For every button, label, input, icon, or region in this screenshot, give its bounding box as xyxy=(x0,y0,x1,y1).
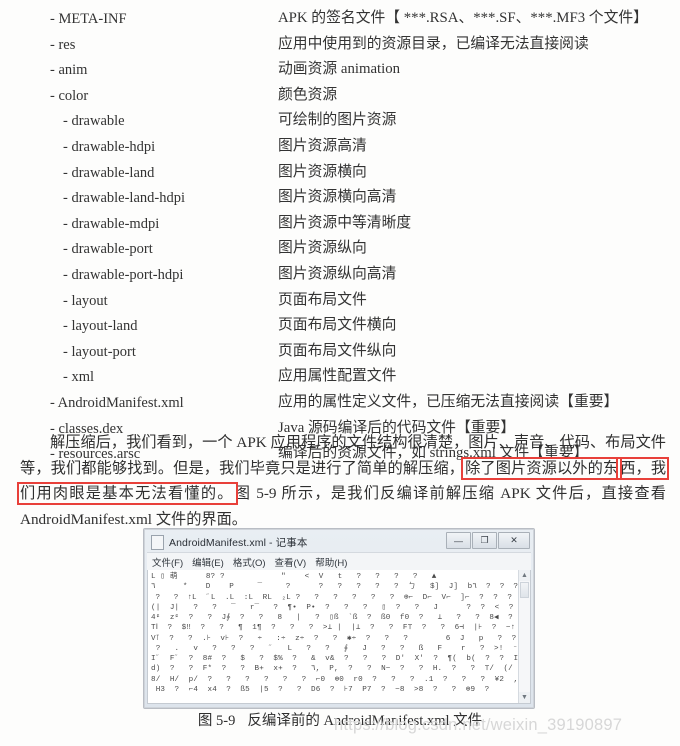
tree-item-desc: 动画资源 animation xyxy=(278,61,401,78)
tree-item-name: - drawable xyxy=(63,113,125,130)
tree-row: - color 颜色资源 xyxy=(0,83,680,109)
tree-item-desc: 可绘制的图片资源 xyxy=(278,112,397,129)
tree-item-desc: 页面布局文件 xyxy=(278,291,367,308)
tree-item-desc: 图片资源中等清晰度 xyxy=(278,214,412,231)
notepad-menubar: 文件(F) 编辑(E) 格式(O) 查看(V) 帮助(H) xyxy=(147,552,531,570)
tree-row: - drawable-land 图片资源横向 xyxy=(0,160,680,186)
notepad-vertical-scrollbar[interactable]: ▲ ▼ xyxy=(518,570,530,703)
tree-item-name: - color xyxy=(50,87,89,104)
body-paragraph: 解压缩后，我们看到，一个 APK 应用程序的文件结构很清楚，图片、声音、代码、布… xyxy=(17,430,669,532)
maximize-icon[interactable]: ❐ xyxy=(472,532,497,549)
figure-caption-text: 反编译前的 AndroidManifest.xml 文件 xyxy=(247,713,483,729)
notepad-client-area: L ▯ 萌 8? ? " < V t ? ? ? ? ▲ ٦ * D P ¯ ?… xyxy=(147,570,531,704)
tree-item-desc: 图片资源高清 xyxy=(278,137,367,154)
tree-item-desc: 页面布局文件横向 xyxy=(278,317,397,334)
menu-view[interactable]: 查看(V) xyxy=(275,555,307,569)
tree-item-name: - res xyxy=(50,36,76,53)
menu-format[interactable]: 格式(O) xyxy=(233,555,266,569)
figure-number: 图 5-9 xyxy=(197,713,236,729)
tree-item-desc: 应用属性配置文件 xyxy=(278,368,397,385)
notepad-window: AndroidManifest.xml - 记事本 — ❐ ✕ 文件(F) 编辑… xyxy=(143,528,535,709)
minimize-icon[interactable]: — xyxy=(446,532,471,549)
tree-item-name: - layout-land xyxy=(63,318,138,335)
close-icon[interactable]: ✕ xyxy=(498,532,530,549)
tree-item-name: - drawable-land-hdpi xyxy=(63,190,185,207)
tree-row: - xml 应用属性配置文件 xyxy=(0,364,680,390)
tree-row: - AndroidManifest.xml 应用的属性定义文件，已压缩无法直接阅… xyxy=(0,390,680,416)
tree-item-name: - AndroidManifest.xml xyxy=(50,394,184,411)
tree-item-name: - drawable-mdpi xyxy=(63,215,160,232)
tree-item-desc: 图片资源横向 xyxy=(278,163,367,180)
tree-row: - drawable-port-hdpi 图片资源纵向高清 xyxy=(0,262,680,288)
menu-help[interactable]: 帮助(H) xyxy=(315,555,347,569)
figure-notepad-screenshot: AndroidManifest.xml - 记事本 — ❐ ✕ 文件(F) 编辑… xyxy=(143,528,535,709)
scroll-up-arrow-icon[interactable]: ▲ xyxy=(519,570,530,581)
tree-row: - drawable-mdpi 图片资源中等清晰度 xyxy=(0,211,680,237)
menu-edit[interactable]: 编辑(E) xyxy=(192,555,224,569)
tree-item-desc: 应用中使用到的资源目录，已编译无法直接阅读 xyxy=(278,35,589,52)
apk-structure-list: - META-INF APK 的签名文件【 ***.RSA、***.SF、***… xyxy=(0,6,680,467)
tree-item-name: - layout-port xyxy=(63,343,136,360)
tree-item-desc: 图片资源横向高清 xyxy=(278,189,397,206)
notepad-app-icon xyxy=(151,534,164,550)
tree-row: - drawable-hdpi 图片资源高清 xyxy=(0,134,680,160)
tree-row: - drawable 可绘制的图片资源 xyxy=(0,108,680,134)
tree-item-desc: 颜色资源 xyxy=(278,86,338,103)
notepad-title: AndroidManifest.xml - 记事本 xyxy=(169,536,308,549)
notepad-text-area[interactable]: L ▯ 萌 8? ? " < V t ? ? ? ? ▲ ٦ * D P ¯ ?… xyxy=(148,570,518,703)
tree-item-name: - drawable-land xyxy=(63,164,155,181)
tree-item-desc: 图片资源纵向高清 xyxy=(278,265,397,282)
tree-item-desc: 图片资源纵向 xyxy=(278,240,367,257)
tree-item-name: - anim xyxy=(50,62,88,79)
scroll-down-arrow-icon[interactable]: ▼ xyxy=(519,692,530,703)
tree-item-name: - drawable-port-hdpi xyxy=(63,266,184,283)
tree-item-name: - drawable-port xyxy=(63,241,153,258)
tree-row: - res 应用中使用到的资源目录，已编译无法直接阅读 xyxy=(0,32,680,58)
window-controls: — ❐ ✕ xyxy=(446,532,530,549)
tree-row: - drawable-port 图片资源纵向 xyxy=(0,236,680,262)
menu-file[interactable]: 文件(F) xyxy=(152,555,183,569)
tree-row: - layout 页面布局文件 xyxy=(0,288,680,314)
tree-row: - drawable-land-hdpi 图片资源横向高清 xyxy=(0,185,680,211)
tree-row: - layout-land 页面布局文件横向 xyxy=(0,313,680,339)
tree-item-name: - META-INF xyxy=(50,11,127,27)
notepad-titlebar: AndroidManifest.xml - 记事本 — ❐ ✕ xyxy=(147,532,531,552)
tree-item-name: - drawable-hdpi xyxy=(63,138,156,155)
tree-row: - META-INF APK 的签名文件【 ***.RSA、***.SF、***… xyxy=(0,6,680,32)
tree-row: - anim 动画资源 animation xyxy=(0,57,680,83)
document-page: - META-INF APK 的签名文件【 ***.RSA、***.SF、***… xyxy=(0,0,680,746)
tree-item-desc: APK 的签名文件【 ***.RSA、***.SF、***.MF3 个文件】 xyxy=(278,10,648,26)
scrollbar-thumb[interactable] xyxy=(520,582,529,598)
tree-item-name: - layout xyxy=(63,292,108,309)
tree-item-name: - xml xyxy=(63,369,95,386)
tree-item-desc: 应用的属性定义文件，已压缩无法直接阅读【重要】 xyxy=(278,393,619,410)
figure-caption: 图 5-9 反编译前的 AndroidManifest.xml 文件 xyxy=(0,709,680,730)
tree-item-desc: 页面布局文件纵向 xyxy=(278,342,397,359)
tree-row: - layout-port 页面布局文件纵向 xyxy=(0,339,680,365)
highlighted-text-1: 除了图片资源以外的东 xyxy=(461,456,623,480)
